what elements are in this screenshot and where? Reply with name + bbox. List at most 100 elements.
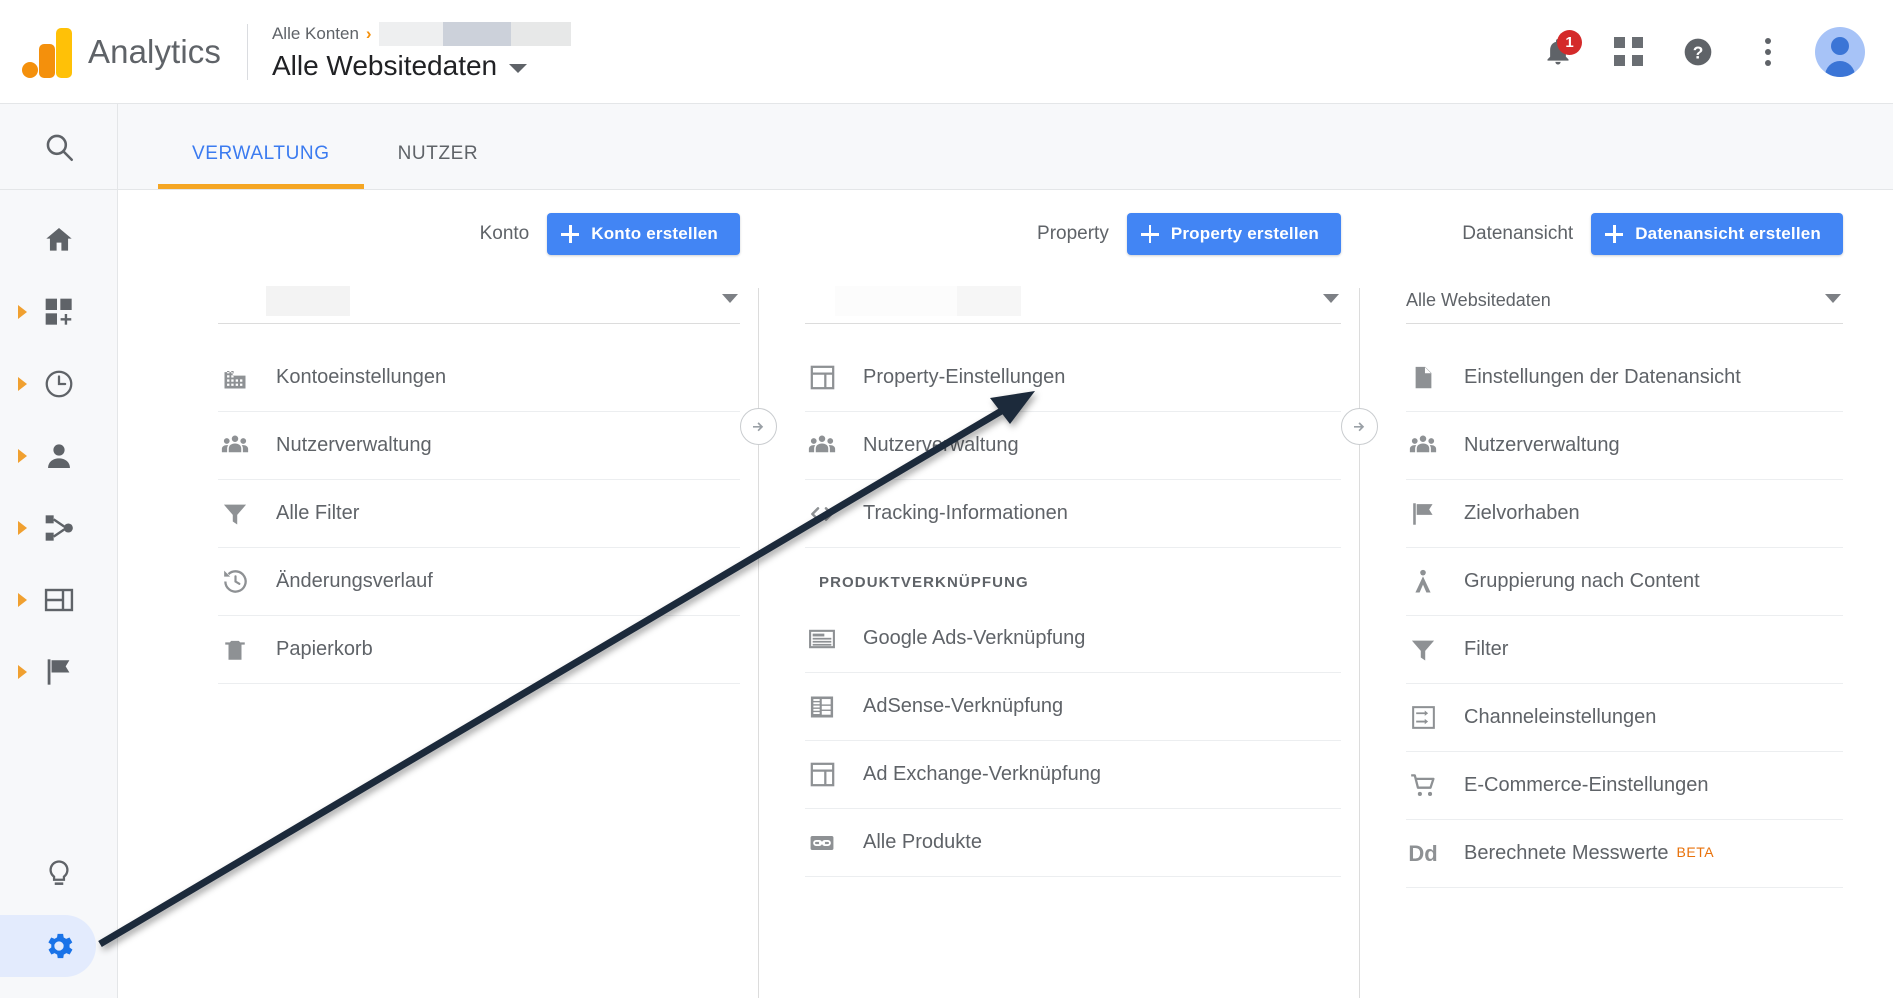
realtime-clock-icon xyxy=(45,370,72,398)
view-title: Alle Websitedaten xyxy=(271,49,498,81)
column-property: Property Property erstellen Property-Ein… xyxy=(759,190,1359,998)
create-datenansicht-label: Datenansicht erstellen xyxy=(1635,224,1821,243)
people-icon xyxy=(218,431,252,461)
sidebar-item-conversions[interactable] xyxy=(0,636,117,708)
layout-icon xyxy=(805,761,839,788)
sidebar-item-acquisition[interactable] xyxy=(0,492,117,564)
datenansicht-selector[interactable]: Alle Websitedaten xyxy=(1406,278,1843,324)
datenansicht-label: Datenansicht xyxy=(1462,223,1574,244)
help-icon: ? xyxy=(1684,38,1712,65)
menu-item-adsense-verknuepfung[interactable]: AdSense-Verknüpfung xyxy=(805,673,1341,741)
sidebar-item-home[interactable] xyxy=(0,204,117,276)
menu-item-channeleinstellungen[interactable]: Channeleinstellungen xyxy=(1406,684,1843,752)
datenansicht-selected-value: Alle Websitedaten xyxy=(1406,290,1551,310)
menu-item-nutzerverwaltung-view[interactable]: Nutzerverwaltung xyxy=(1406,412,1843,480)
admin-gear-icon xyxy=(47,933,72,959)
section-produktverknuepfung: PRODUKTVERKNÜPFUNG xyxy=(819,574,1029,591)
brand-name: Analytics xyxy=(88,32,221,70)
breadcrumb-root[interactable]: Alle Konten xyxy=(272,24,359,44)
adsense-icon xyxy=(805,693,839,721)
rail-bottom-items xyxy=(0,838,117,998)
apps-button[interactable] xyxy=(1605,29,1651,75)
tab-verwaltung[interactable]: VERWALTUNG xyxy=(158,143,364,189)
expand-triangle-icon xyxy=(18,377,27,391)
history-icon xyxy=(218,567,252,596)
sidebar-item-discover[interactable] xyxy=(0,838,117,910)
konto-selector[interactable] xyxy=(218,278,740,324)
avatar[interactable] xyxy=(1815,26,1865,77)
redacted-property-value-b xyxy=(957,285,1021,316)
funnel-icon xyxy=(218,500,252,528)
expand-triangle-icon xyxy=(18,593,27,607)
acquisition-share-icon xyxy=(45,515,73,541)
konto-menu: Kontoeinstellungen Nutzerverwaltung Alle… xyxy=(218,344,740,684)
search-button[interactable] xyxy=(0,104,117,190)
menu-item-label: Einstellungen der Datenansicht xyxy=(1464,366,1741,388)
redacted-account-name xyxy=(378,21,443,46)
sidebar-item-behavior[interactable] xyxy=(0,564,117,636)
brand-area[interactable]: Analytics xyxy=(0,26,221,78)
menu-item-tracking-informationen[interactable]: Tracking-Informationen xyxy=(805,480,1341,548)
menu-item-label: Property-Einstellungen xyxy=(863,366,1066,388)
menu-item-label: Alle Produkte xyxy=(863,831,982,853)
link-icon xyxy=(805,829,839,857)
menu-item-label: Gruppierung nach Content xyxy=(1464,570,1700,592)
sidebar-item-customization[interactable] xyxy=(0,276,117,348)
create-datenansicht-button[interactable]: Datenansicht erstellen xyxy=(1591,213,1843,255)
menu-item-gruppierung-nach-content[interactable]: Gruppierung nach Content xyxy=(1406,548,1843,616)
menu-item-filter[interactable]: Filter xyxy=(1406,616,1843,684)
redacted-property-value-a xyxy=(835,285,957,316)
menu-item-alle-filter[interactable]: Alle Filter xyxy=(218,480,740,548)
more-options-button[interactable] xyxy=(1745,29,1791,75)
admin-panel: Konto Konto erstellen Kontoeinstellungen… xyxy=(118,190,1893,998)
dd-icon: Dd xyxy=(1408,840,1438,866)
menu-item-label: Channeleinstellungen xyxy=(1464,706,1657,728)
plus-icon xyxy=(561,225,580,243)
menu-item-label: Berechnete Messwerte xyxy=(1464,842,1669,864)
tab-nutzer[interactable]: NUTZER xyxy=(364,143,513,189)
create-property-button[interactable]: Property erstellen xyxy=(1126,213,1341,255)
sidebar-item-audience[interactable] xyxy=(0,420,117,492)
chevron-down-icon xyxy=(1825,294,1841,303)
expand-triangle-icon xyxy=(18,449,27,463)
sidebar-item-realtime[interactable] xyxy=(0,348,117,420)
menu-item-label: E-Commerce-Einstellungen xyxy=(1464,774,1709,796)
menu-item-property-einstellungen[interactable]: Property-Einstellungen xyxy=(805,344,1341,412)
column-datenansicht: Datenansicht Datenansicht erstellen Alle… xyxy=(1360,190,1893,998)
property-selector[interactable] xyxy=(805,278,1341,324)
menu-item-label: Alle Filter xyxy=(276,502,360,524)
menu-item-kontoeinstellungen[interactable]: Kontoeinstellungen xyxy=(218,344,740,412)
create-konto-button[interactable]: Konto erstellen xyxy=(547,213,740,255)
more-options-icon xyxy=(1765,37,1771,66)
create-konto-label: Konto erstellen xyxy=(591,224,718,243)
menu-item-label: Änderungsverlauf xyxy=(276,570,433,592)
view-selector[interactable]: Alle Websitedaten xyxy=(272,50,571,82)
notifications-button[interactable]: 1 xyxy=(1535,29,1582,75)
menu-item-label: Nutzerverwaltung xyxy=(863,434,1019,456)
menu-item-einstellungen-datenansicht[interactable]: Einstellungen der Datenansicht xyxy=(1406,344,1843,412)
menu-item-nutzerverwaltung-property[interactable]: Nutzerverwaltung xyxy=(805,412,1341,480)
menu-item-ad-exchange-verknuepfung[interactable]: Ad Exchange-Verknüpfung xyxy=(805,741,1341,809)
layout-icon xyxy=(805,364,839,391)
funnel-icon xyxy=(1406,636,1440,664)
menu-item-alle-produkte[interactable]: Alle Produkte xyxy=(805,809,1341,877)
menu-item-label: Nutzerverwaltung xyxy=(276,434,432,456)
chevron-down-icon xyxy=(1323,294,1339,303)
menu-item-zielvorhaben[interactable]: Zielvorhaben xyxy=(1406,480,1843,548)
menu-item-berechnete-messwerte[interactable]: Dd Berechnete Messwerte BETA xyxy=(1406,820,1843,888)
menu-item-papierkorb[interactable]: Papierkorb xyxy=(218,616,740,684)
konto-label: Konto xyxy=(479,223,530,244)
building-icon xyxy=(218,364,252,392)
top-bar: Analytics Alle Konten › Alle Websitedate… xyxy=(0,0,1893,104)
svg-text:?: ? xyxy=(1693,42,1704,62)
sidebar-item-admin[interactable] xyxy=(0,910,117,982)
menu-item-label: Tracking-Informationen xyxy=(863,502,1068,524)
code-icon xyxy=(805,499,839,529)
menu-item-ecommerce-einstellungen[interactable]: E-Commerce-Einstellungen xyxy=(1406,752,1843,820)
menu-item-google-ads-verknuepfung[interactable]: Google Ads-Verknüpfung xyxy=(805,605,1341,673)
menu-item-nutzerverwaltung-konto[interactable]: Nutzerverwaltung xyxy=(218,412,740,480)
help-button[interactable]: ? xyxy=(1675,29,1721,75)
flag-icon xyxy=(1406,500,1440,528)
menu-item-aenderungsverlauf[interactable]: Änderungsverlauf xyxy=(218,548,740,616)
expand-triangle-icon xyxy=(18,305,27,319)
